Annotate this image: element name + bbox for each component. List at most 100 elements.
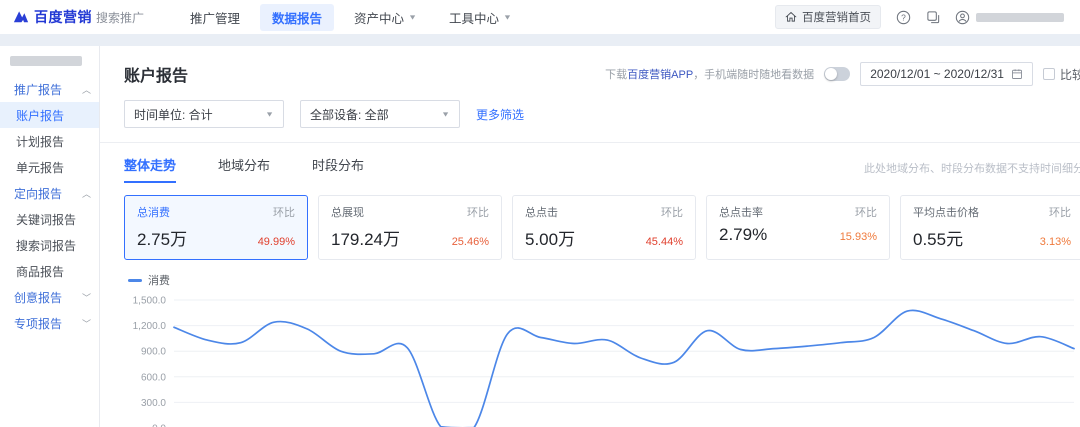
metric-card-总点击[interactable]: 总点击 环比 5.00万 45.44%: [512, 195, 696, 260]
sidebar-item-label: 商品报告: [16, 264, 65, 279]
chevron-up-icon: ︿: [81, 188, 91, 199]
ratio-label: 环比: [273, 207, 295, 219]
nav-item-label: 数据报告: [272, 11, 323, 26]
metric-label: 总点击: [525, 207, 558, 219]
metric-value: 5.00万: [525, 230, 576, 249]
app-logo[interactable]: 百度营销 搜索推广: [12, 7, 144, 27]
device-value: 全部设备: 全部: [310, 107, 389, 122]
sidebar-item-创意报告[interactable]: 创意报告 ﹀: [0, 284, 99, 310]
sidebar-item-label: 账户报告: [16, 108, 65, 123]
app-hint-toggle[interactable]: [824, 67, 851, 81]
sidebar-item-label: 定向报告: [14, 186, 63, 201]
y-axis-tick-label: 300.0: [141, 398, 166, 409]
metric-cards: 总消费 环比 2.75万 49.99% 总展现 环比 179.24万 25.46% 总点击 环比 5…: [124, 195, 1080, 260]
sidebar-item-label: 搜索词报告: [16, 238, 77, 253]
multi-account-icon[interactable]: [925, 9, 941, 25]
page-background-strip: [0, 34, 1080, 46]
ratio-label: 环比: [661, 207, 683, 219]
metric-value: 179.24万: [331, 230, 400, 249]
sidebar-item-账户报告[interactable]: 账户报告: [0, 102, 99, 128]
sidebar-item-计划报告[interactable]: 计划报告: [0, 128, 99, 154]
nav-item-3[interactable]: 工具中心 ▼: [437, 4, 524, 31]
metric-card-总展现[interactable]: 总展现 环比 179.24万 25.46%: [318, 195, 502, 260]
nav-item-label: 工具中心: [448, 11, 499, 26]
nav-item-0[interactable]: 推广管理: [178, 4, 252, 31]
account-name-redacted: [10, 56, 82, 66]
compare-checkbox-box: [1042, 68, 1055, 80]
tab-时段分布[interactable]: 时段分布: [312, 155, 364, 183]
metric-card-总消费[interactable]: 总消费 环比 2.75万 49.99%: [124, 195, 308, 260]
home-icon: [785, 11, 797, 22]
time-unit-value: 时间单位: 合计: [134, 107, 213, 122]
sidebar-item-商品报告[interactable]: 商品报告: [0, 258, 99, 284]
user-avatar-icon: [955, 10, 970, 24]
consumption-line-series: [173, 309, 1075, 427]
compare-label: 比较: [1059, 67, 1080, 82]
sidebar-item-label: 单元报告: [16, 160, 65, 175]
nav-item-2[interactable]: 资产中心 ▼: [342, 4, 429, 31]
nav-item-label: 资产中心: [354, 11, 405, 26]
chevron-up-icon: ︿: [81, 84, 91, 95]
report-tabs: 整体走势 地域分布 时段分布 此处地域分布、时段分布数据不支持时间细分: [124, 155, 1080, 183]
sidebar-item-专项报告[interactable]: 专项报告 ﹀: [0, 310, 99, 336]
date-range-picker[interactable]: 2020/12/01 ~ 2020/12/31: [860, 62, 1033, 86]
legend-label: 消费: [148, 275, 170, 287]
date-range-text: 2020/12/01 ~ 2020/12/31: [870, 67, 1004, 81]
chevron-down-icon: ﹀: [81, 292, 91, 303]
sidebar-item-关键词报告[interactable]: 关键词报告: [0, 206, 99, 232]
download-app-hint: 下载百度营销APP，手机端随时随地看数据: [605, 69, 815, 81]
top-navbar: 百度营销 搜索推广 推广管理 数据报告 资产中心 ▼ 工具中心 ▼ 百度营销首页 ?: [0, 0, 1080, 34]
chart-legend[interactable]: 消费: [128, 272, 1080, 288]
report-content: 账户报告 下载百度营销APP，手机端随时随地看数据 2020/12/01 ~ 2…: [100, 46, 1080, 427]
series-color-dash: [128, 278, 142, 282]
calendar-icon: [1012, 69, 1022, 79]
help-icon[interactable]: ?: [895, 9, 911, 25]
metric-label: 总展现: [331, 207, 364, 219]
y-axis-tick-label: 1,500.0: [133, 296, 167, 307]
metric-value: 0.55元: [913, 230, 964, 249]
chevron-down-icon: ▼: [408, 13, 417, 21]
device-select[interactable]: 全部设备: 全部 ▼: [300, 100, 460, 128]
sidebar-item-label: 关键词报告: [16, 212, 77, 227]
metric-card-总点击率[interactable]: 总点击率 环比 2.79% 15.93%: [706, 195, 890, 260]
sidebar-item-单元报告[interactable]: 单元报告: [0, 154, 99, 180]
chevron-down-icon: ▼: [441, 110, 450, 118]
user-name-redacted: [976, 12, 1064, 22]
sidebar-item-label: 推广报告: [14, 82, 63, 97]
section-divider: [100, 142, 1080, 143]
metric-card-平均点击价格[interactable]: 平均点击价格 环比 0.55元 3.13%: [900, 195, 1080, 260]
metric-label: 总消费: [137, 207, 170, 219]
sidebar-item-搜索词报告[interactable]: 搜索词报告: [0, 232, 99, 258]
marketing-home-label: 百度营销首页: [802, 12, 871, 24]
consumption-trend-chart: 0.0300.0600.0900.01,200.01,500.02020-12-…: [124, 290, 1080, 427]
more-filters-link[interactable]: 更多筛选: [476, 106, 524, 123]
nav-item-1[interactable]: 数据报告: [260, 3, 335, 31]
chevron-down-icon: ▼: [265, 110, 274, 118]
sidebar-item-label: 创意报告: [14, 290, 63, 305]
y-axis-tick-label: 1,200.0: [133, 321, 167, 332]
chevron-down-icon: ﹀: [81, 318, 91, 329]
y-axis-tick-label: 900.0: [141, 347, 166, 358]
metric-label: 平均点击价格: [913, 207, 979, 219]
metric-value: 2.79%: [719, 225, 768, 244]
baidu-marketing-logo-icon: [12, 8, 30, 26]
ratio-value: 25.46%: [451, 236, 489, 248]
time-unit-select[interactable]: 时间单位: 合计 ▼: [124, 100, 284, 128]
ratio-value: 3.13%: [1039, 236, 1071, 248]
sidebar-item-推广报告[interactable]: 推广报告 ︿: [0, 76, 99, 102]
marketing-home-button[interactable]: 百度营销首页: [775, 5, 881, 29]
ratio-label: 环比: [1049, 207, 1071, 219]
sidebar-item-定向报告[interactable]: 定向报告 ︿: [0, 180, 99, 206]
compare-checkbox[interactable]: 比较: [1042, 66, 1080, 83]
logo-primary-text: 百度营销: [34, 9, 92, 25]
tab-地域分布[interactable]: 地域分布: [218, 155, 270, 183]
sidebar-menu: 推广报告 ︿ 账户报告计划报告单元报告定向报告 ︿ 关键词报告搜索词报告商品报告创意报告…: [0, 76, 99, 336]
ratio-value: 45.44%: [645, 236, 683, 248]
sidebar-item-label: 专项报告: [14, 316, 63, 331]
sidebar: 推广报告 ︿ 账户报告计划报告单元报告定向报告 ︿ 关键词报告搜索词报告商品报告创意报告…: [0, 46, 100, 427]
sidebar-item-label: 计划报告: [16, 134, 65, 149]
ratio-value: 15.93%: [839, 231, 877, 243]
tab-整体走势[interactable]: 整体走势: [124, 155, 177, 183]
metric-value: 2.75万: [137, 230, 188, 249]
user-menu[interactable]: [955, 10, 1064, 25]
